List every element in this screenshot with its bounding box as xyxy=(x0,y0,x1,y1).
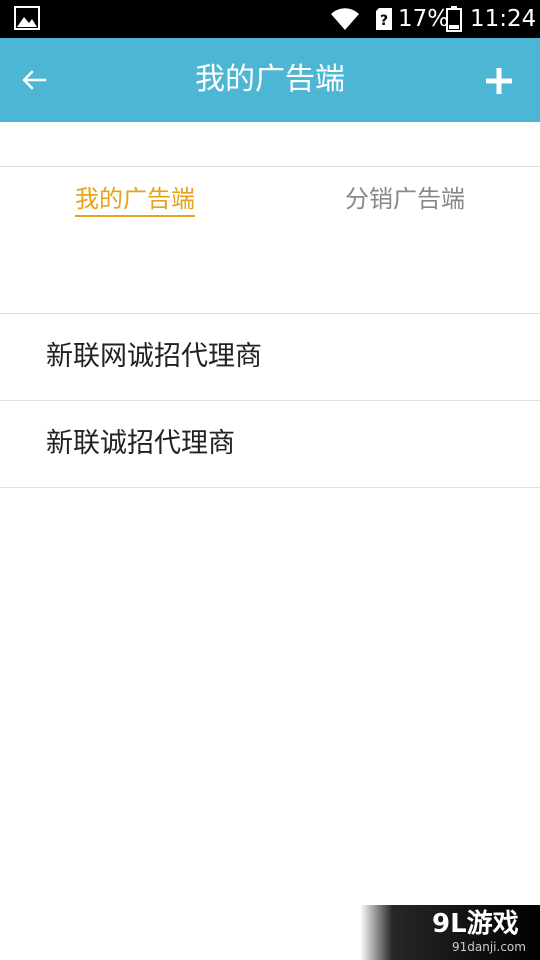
tab-bar: 我的广告端 分销广告端 xyxy=(0,167,540,231)
watermark-logo: 9L游戏 xyxy=(432,909,519,939)
site-watermark: 9L游戏 91danji.com xyxy=(360,905,540,960)
svg-text:?: ? xyxy=(380,13,388,29)
list-item[interactable]: 新联网诚招代理商 xyxy=(0,314,540,401)
battery-percent: 17% xyxy=(398,6,450,32)
gallery-icon xyxy=(14,6,40,30)
tab-my-ads-label: 我的广告端 xyxy=(75,185,195,217)
battery-icon xyxy=(446,6,462,32)
tab-distribution-ads-label: 分销广告端 xyxy=(345,185,465,213)
page-title: 我的广告端 xyxy=(195,62,345,97)
sim-unknown-icon: ? xyxy=(376,8,392,30)
clock: 11:24 xyxy=(470,6,537,32)
status-bar: ? 17% 11:24 xyxy=(0,0,540,38)
add-button[interactable] xyxy=(478,60,520,102)
list-item[interactable]: 新联诚招代理商 xyxy=(0,401,540,488)
wifi-icon xyxy=(331,8,359,30)
back-button[interactable] xyxy=(14,60,54,100)
tab-my-ads[interactable]: 我的广告端 xyxy=(40,167,230,231)
tab-distribution-ads[interactable]: 分销广告端 xyxy=(310,167,500,231)
list-item-label: 新联诚招代理商 xyxy=(46,428,235,459)
ad-list: 新联网诚招代理商 新联诚招代理商 xyxy=(0,313,540,488)
watermark-url: 91danji.com xyxy=(452,940,526,954)
app-header: 我的广告端 xyxy=(0,38,540,122)
list-item-label: 新联网诚招代理商 xyxy=(46,341,262,372)
arrow-left-icon xyxy=(22,70,47,90)
plus-icon xyxy=(486,68,512,94)
header-spacer xyxy=(0,122,540,167)
screen: ? 17% 11:24 我的广告端 我的广告端 分销广告端 新联网诚招代理商 新… xyxy=(0,0,540,960)
